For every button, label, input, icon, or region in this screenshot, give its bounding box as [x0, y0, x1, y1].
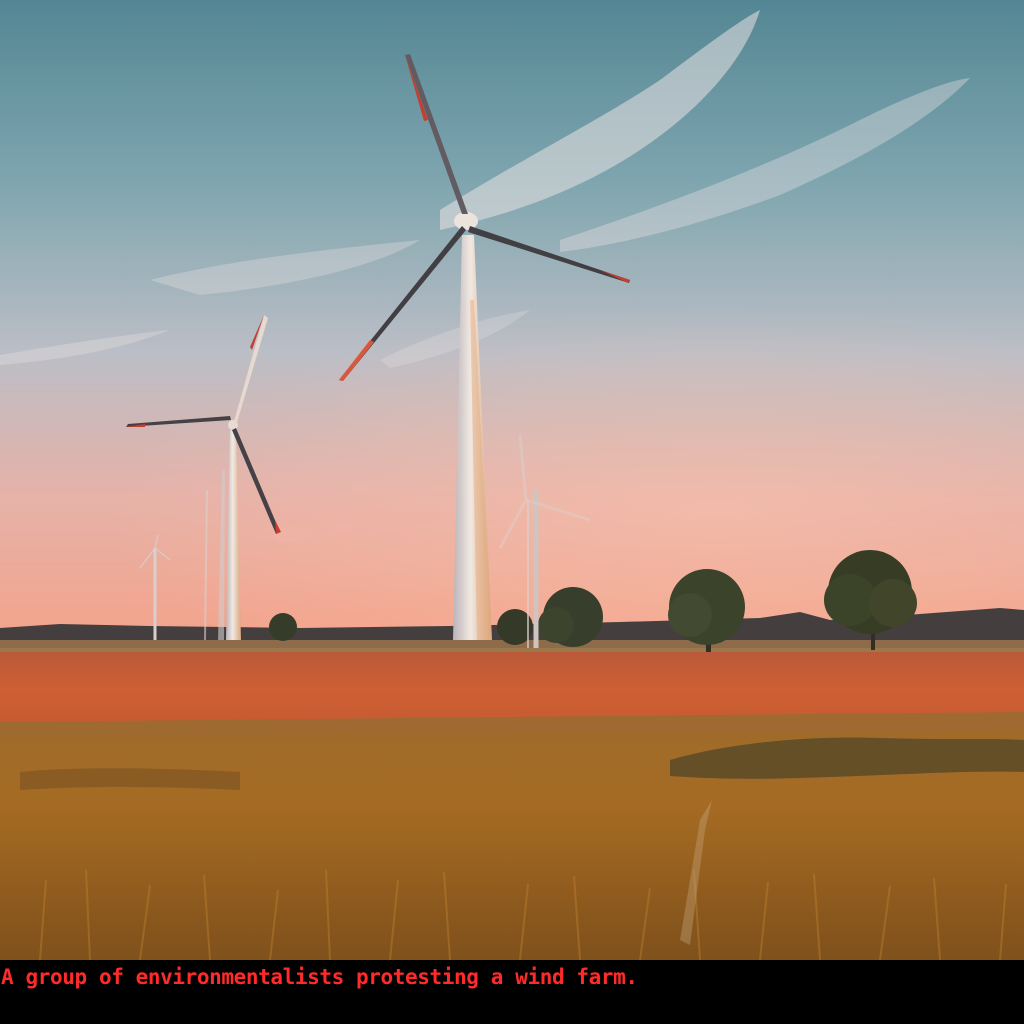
- wind-farm-photo: [0, 0, 1024, 960]
- caption-bar: A group of environmentalists protesting …: [0, 960, 1024, 1024]
- image-canvas: A group of environmentalists protesting …: [0, 0, 1024, 1024]
- caption-text: A group of environmentalists protesting …: [1, 965, 638, 989]
